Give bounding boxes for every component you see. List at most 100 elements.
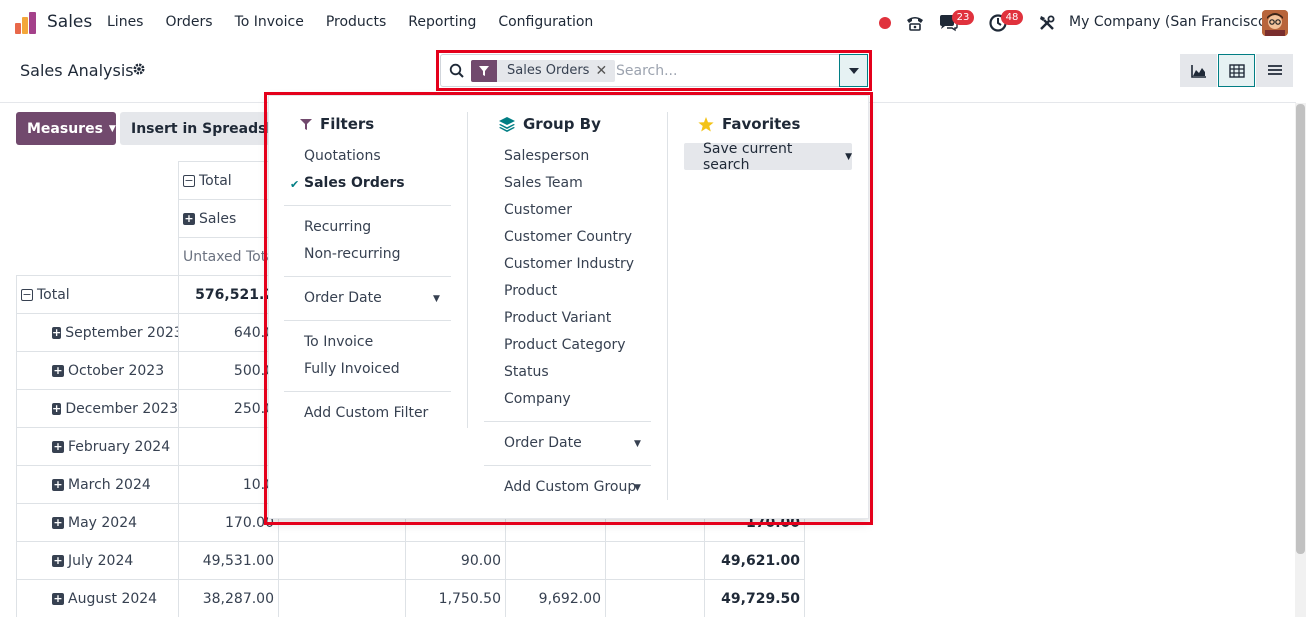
app-name[interactable]: Sales <box>47 12 92 32</box>
insert-spreadsheet-button[interactable]: Insert in Spreadsheet <box>120 112 270 145</box>
menu-to-invoice[interactable]: To Invoice <box>235 14 304 30</box>
groupby-option[interactable]: Sales Team <box>504 175 583 191</box>
divider <box>284 320 451 321</box>
caret-down-icon: ▼ <box>845 151 852 162</box>
status-dot[interactable] <box>879 17 891 29</box>
search-bar: Sales Orders ✕ <box>440 54 868 87</box>
row-header[interactable]: + May 2024 <box>16 503 179 542</box>
row-header[interactable]: + September 2023 <box>16 313 179 352</box>
groupby-option[interactable]: Product <box>504 283 557 299</box>
layers-icon <box>499 116 515 132</box>
divider <box>484 421 651 422</box>
row-header[interactable]: + August 2024 <box>16 579 179 617</box>
area-chart-icon <box>1190 64 1206 78</box>
view-switcher <box>1179 54 1293 87</box>
pivot-cell <box>178 427 279 466</box>
filter-non-recurring[interactable]: Non-recurring <box>304 246 401 262</box>
pivot-cell: 9,692.00 <box>505 579 606 617</box>
groupby-option[interactable]: Status <box>504 364 549 380</box>
search-icon <box>449 63 465 83</box>
pivot-cell: 38,287.00 <box>178 579 279 617</box>
caret-down-icon[interactable]: ▼ <box>433 294 440 304</box>
divider <box>284 205 451 206</box>
search-facet: Sales Orders ✕ <box>471 60 616 82</box>
menu-configuration[interactable]: Configuration <box>498 14 593 30</box>
measures-label: Measures <box>27 120 103 137</box>
groupby-option[interactable]: Customer Country <box>504 229 632 245</box>
expand-icon: + <box>52 515 64 529</box>
pivot-cell: 49,531.00 <box>178 541 279 580</box>
add-custom-filter[interactable]: Add Custom Filter <box>304 405 428 421</box>
groupby-option[interactable]: Customer Industry <box>504 256 634 272</box>
menu-orders[interactable]: Orders <box>165 14 212 30</box>
col-header-total[interactable]: − Total <box>178 161 279 200</box>
caret-down-icon <box>848 67 859 74</box>
gear-icon[interactable] <box>132 62 146 80</box>
expand-icon: + <box>52 325 62 339</box>
groupby-option[interactable]: Salesperson <box>504 148 589 164</box>
user-avatar[interactable] <box>1262 10 1288 36</box>
pivot-cell: 1,750.50 <box>405 579 506 617</box>
menu-reporting[interactable]: Reporting <box>408 14 476 30</box>
groupby-option[interactable]: Customer <box>504 202 572 218</box>
close-icon[interactable]: ✕ <box>595 60 615 82</box>
row-header[interactable]: + July 2024 <box>16 541 179 580</box>
row-header[interactable]: + December 2023 <box>16 389 179 428</box>
measures-button[interactable]: Measures ▼ <box>16 112 116 145</box>
groupby-option[interactable]: Product Category <box>504 337 626 353</box>
expand-icon: + <box>52 477 64 491</box>
top-navbar: Sales Lines Orders To Invoice Products R… <box>0 0 1306 46</box>
tools-icon[interactable] <box>1036 12 1058 34</box>
expand-icon: + <box>52 553 64 567</box>
total-value: 576,521.2 <box>178 275 279 314</box>
sales-app-icon[interactable] <box>14 11 38 35</box>
groupby-option[interactable]: Company <box>504 391 571 407</box>
collapse-icon: − <box>21 287 33 301</box>
messages-badge: 23 <box>952 10 974 25</box>
pivot-cell <box>505 541 606 580</box>
scrollbar-thumb[interactable] <box>1296 104 1305 554</box>
menu-products[interactable]: Products <box>326 14 386 30</box>
divider <box>484 465 651 466</box>
star-icon <box>698 116 714 131</box>
groupby-order-date[interactable]: Order Date <box>504 435 582 451</box>
column-divider <box>667 112 668 500</box>
favorites-title: Favorites <box>698 115 800 133</box>
pivot-view-button[interactable] <box>1218 54 1255 87</box>
menu-lines[interactable]: Lines <box>107 14 143 30</box>
search-options-toggle[interactable] <box>839 54 868 87</box>
row-header[interactable]: + October 2023 <box>16 351 179 390</box>
divider <box>284 391 451 392</box>
pivot-cell <box>605 541 705 580</box>
filter-icon <box>471 60 497 82</box>
add-custom-group[interactable]: Add Custom Group <box>504 479 636 495</box>
row-header-total[interactable]: − Total <box>16 275 179 314</box>
expand-icon: + <box>52 401 62 415</box>
caret-down-icon[interactable]: ▼ <box>634 439 641 449</box>
filter-to-invoice[interactable]: To Invoice <box>304 334 373 350</box>
pivot-cell <box>605 579 705 617</box>
row-header[interactable]: + March 2024 <box>16 465 179 504</box>
pivot-cell: 250.0 <box>178 389 279 428</box>
save-current-search-button[interactable]: Save current search ▼ <box>684 141 852 173</box>
filter-recurring[interactable]: Recurring <box>304 219 371 235</box>
groupby-option[interactable]: Product Variant <box>504 310 611 326</box>
company-switcher[interactable]: My Company (San Francisco) <box>1069 14 1272 30</box>
filter-fully-invoiced[interactable]: Fully Invoiced <box>304 361 400 377</box>
list-icon <box>1267 64 1282 75</box>
pivot-cell: 49,621.00 <box>704 541 805 580</box>
phone-icon[interactable] <box>904 12 926 34</box>
caret-down-icon[interactable]: ▼ <box>634 483 641 493</box>
col-header-sales[interactable]: + Sales <box>178 199 279 238</box>
row-header[interactable]: + February 2024 <box>16 427 179 466</box>
divider <box>284 276 451 277</box>
caret-down-icon: ▼ <box>108 123 116 134</box>
graph-view-button[interactable] <box>1180 54 1217 87</box>
filter-order-date[interactable]: Order Date <box>304 290 382 306</box>
page-title: Sales Analysis <box>20 61 134 80</box>
list-view-button[interactable] <box>1256 54 1293 87</box>
filter-quotations[interactable]: Quotations <box>304 148 381 164</box>
measure-header[interactable]: Untaxed Total <box>178 237 279 276</box>
search-input[interactable] <box>616 60 836 82</box>
filter-sales-orders[interactable]: Sales Orders <box>304 175 405 191</box>
